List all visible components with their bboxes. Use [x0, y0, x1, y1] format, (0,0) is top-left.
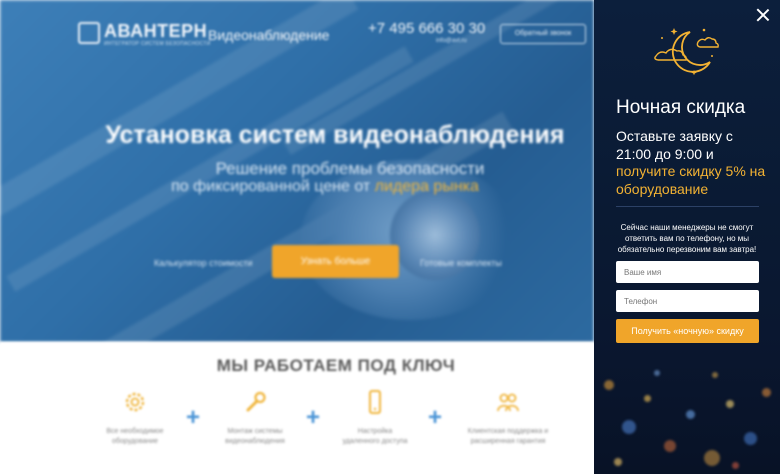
feature-label: Монтаж системы видеонаблюдения [225, 428, 285, 445]
wrench-icon [246, 391, 266, 412]
divider [616, 206, 759, 207]
hero-title: Установка систем видеонаблюдения [105, 121, 565, 149]
hero-subtitle: Решение проблемы безопасности [215, 159, 485, 178]
hero-highlight: лидера рынка [374, 178, 479, 195]
background-landing-page: АВАНТЕРН ИНТЕГРАТОР СИСТЕМ БЕЗОПАСНОСТИ … [0, 0, 594, 474]
plus-icon: + [186, 404, 201, 431]
people-icon [497, 393, 519, 412]
feature-label: Настройка удаленного доступа [342, 428, 408, 445]
feature-equipment: Все необходимое оборудование [85, 389, 185, 447]
feature-remote-access: Настройка удаленного доступа [325, 389, 425, 447]
panel-title: Ночная скидка [616, 97, 746, 118]
close-icon[interactable] [756, 8, 770, 22]
hero-content: Установка систем видеонаблюдения Решение… [0, 0, 594, 342]
night-discount-panel: Ночная скидка Оставьте заявку с 21:00 до… [594, 0, 780, 474]
discount-highlight: получите скидку 5% на оборудование [616, 163, 766, 197]
name-input[interactable] [616, 261, 759, 283]
calculator-link[interactable]: Калькулятор стоимости [154, 258, 253, 268]
get-discount-button[interactable]: Получить «ночную» скидку [616, 319, 759, 343]
ready-kits-link[interactable]: Готовые комплекты [420, 258, 502, 268]
feature-label: Клиентская поддержка и расширенная гарант… [467, 428, 549, 445]
phone-input[interactable] [616, 290, 759, 312]
panel-note: Сейчас наши менеджеры не смогут ответить… [617, 223, 757, 254]
phone-icon [369, 390, 381, 414]
hero-subtitle-2: по фиксированной цене от лидера рынка [171, 178, 479, 195]
feature-label: Все необходимое оборудование [106, 428, 164, 445]
plus-icon: + [306, 404, 321, 431]
plus-icon: + [428, 404, 443, 431]
turnkey-section: МЫ РАБОТАЕМ ПОД КЛЮЧ Все необходимое обор… [0, 342, 594, 474]
learn-more-button[interactable]: Узнать больше [272, 245, 399, 278]
section-title: МЫ РАБОТАЕМ ПОД КЛЮЧ [216, 356, 456, 375]
feature-installation: Монтаж системы видеонаблюдения [205, 389, 305, 447]
panel-lead: Оставьте заявку с 21:00 до 9:00 и получи… [616, 128, 766, 197]
feature-support: Клиентская поддержка и расширенная гарант… [458, 389, 558, 447]
gear-icon [125, 392, 145, 412]
moon-icon [654, 28, 719, 76]
